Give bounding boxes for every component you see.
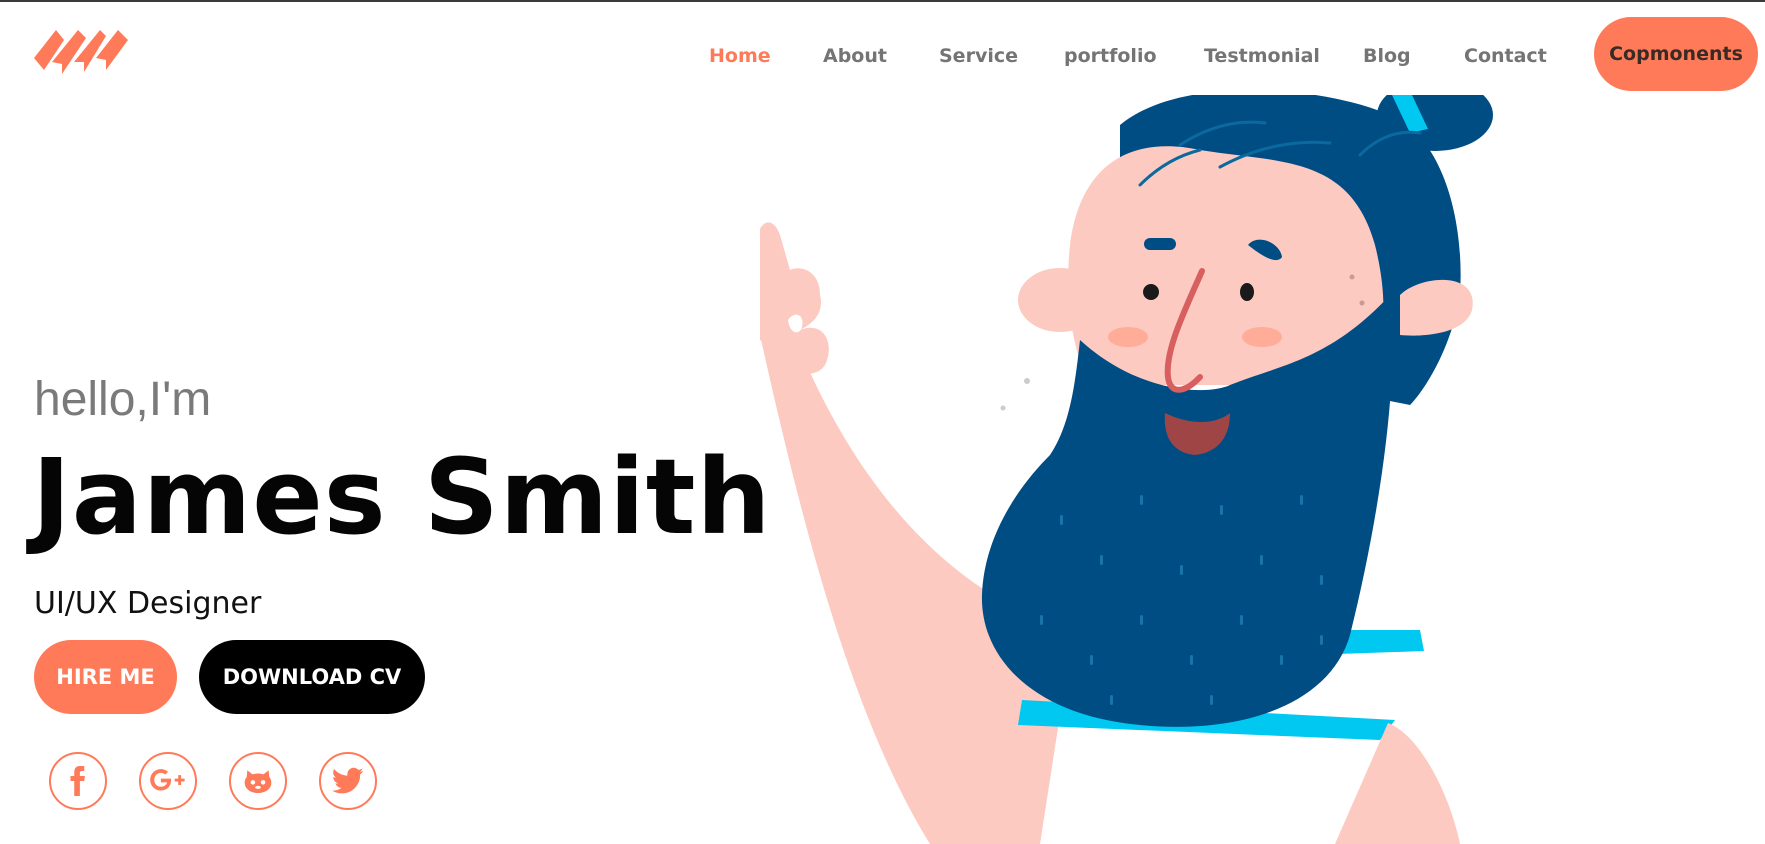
hire-me-button[interactable]: HIRE ME <box>34 640 177 714</box>
facebook-icon <box>70 766 85 796</box>
nav-service[interactable]: Service <box>939 45 1018 67</box>
github-icon <box>244 770 272 793</box>
download-cv-button[interactable]: DOWNLOAD CV <box>199 640 425 714</box>
nav-blog[interactable]: Blog <box>1363 45 1411 67</box>
nav-testimonial[interactable]: Testmonial <box>1204 45 1320 67</box>
main-nav: Home About Service portfolio Testmonial … <box>0 36 1765 76</box>
hero-greeting: hello,I'm <box>34 373 212 426</box>
twitter-icon <box>332 767 364 794</box>
google-plus-icon <box>150 769 185 791</box>
nav-home[interactable]: Home <box>709 45 771 67</box>
nav-about[interactable]: About <box>823 45 887 67</box>
bearded-man-illustration <box>760 95 1493 844</box>
nav-portfolio[interactable]: portfolio <box>1064 45 1157 67</box>
facebook-link[interactable] <box>49 752 107 810</box>
google-plus-link[interactable] <box>139 752 197 810</box>
hero-role: UI/UX Designer <box>34 586 262 621</box>
components-button[interactable]: Copmonents <box>1594 17 1758 91</box>
github-link[interactable] <box>229 752 287 810</box>
hero-name: James Smith <box>32 436 772 558</box>
top-border <box>0 0 1765 2</box>
twitter-link[interactable] <box>319 752 377 810</box>
nav-contact[interactable]: Contact <box>1464 45 1547 67</box>
